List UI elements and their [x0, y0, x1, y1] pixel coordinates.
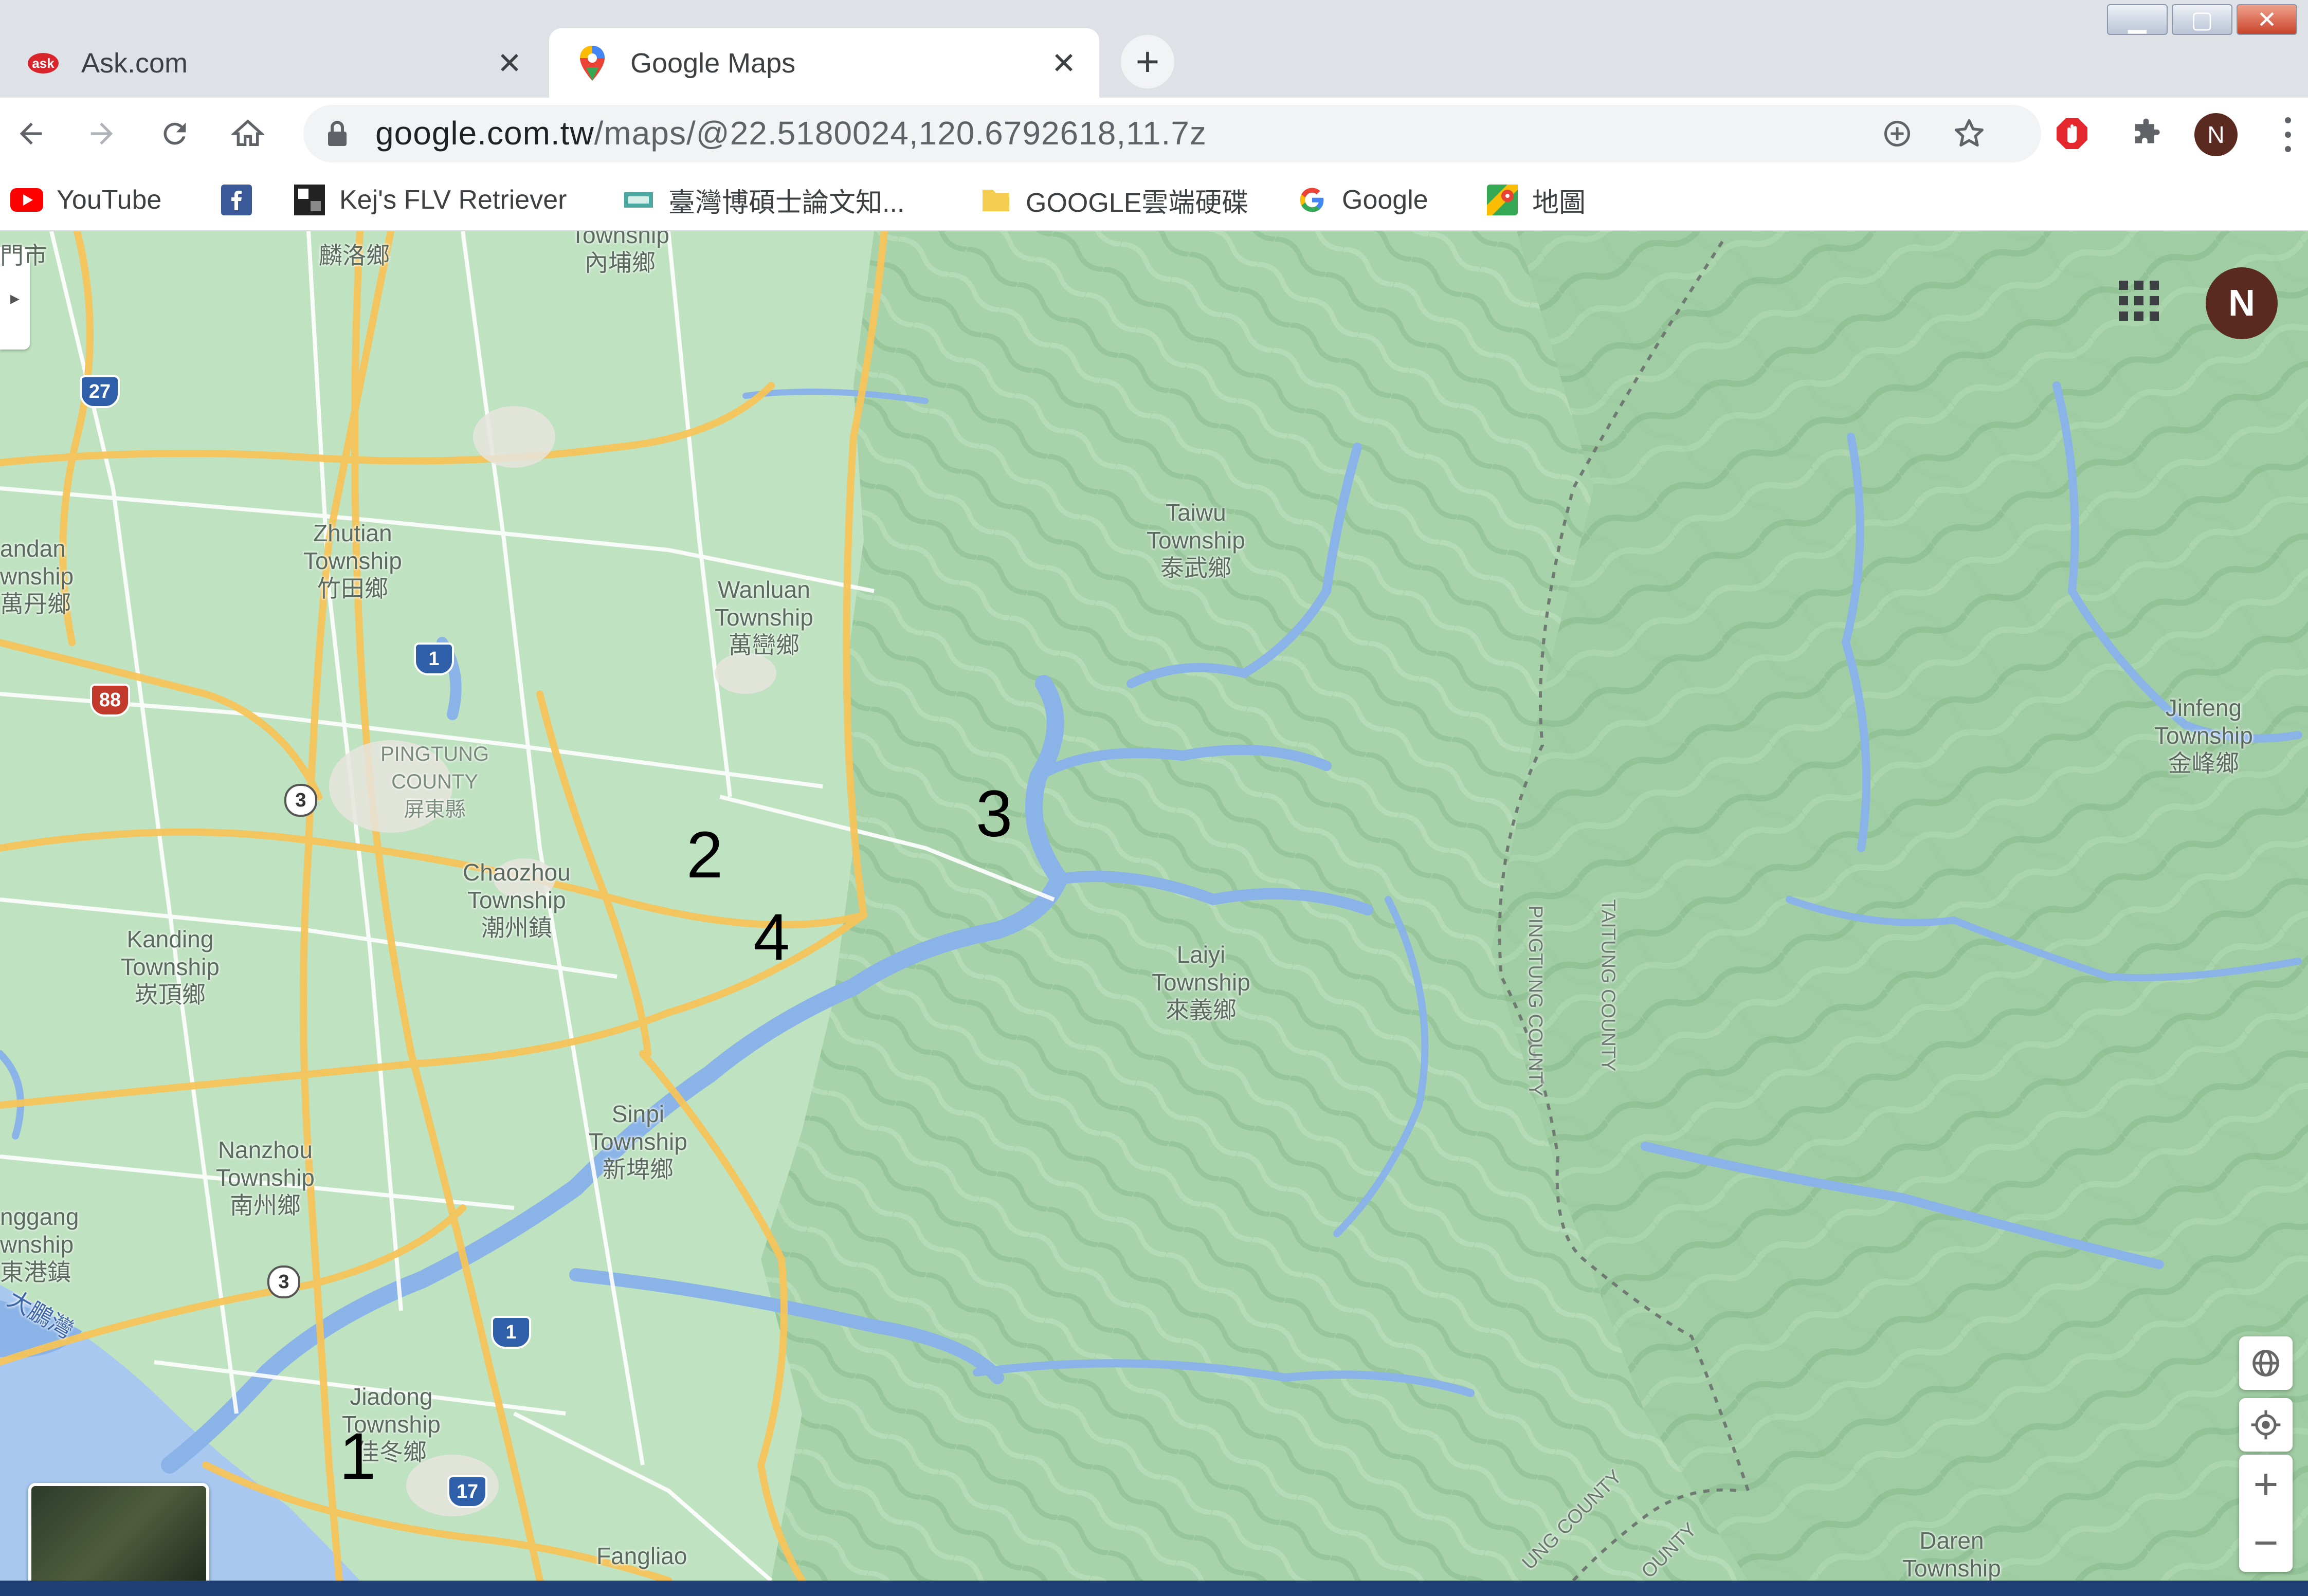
forward-button[interactable]: [76, 108, 128, 159]
lock-icon[interactable]: [326, 119, 349, 151]
route-3-shield-south[interactable]: 3: [267, 1265, 300, 1298]
address-bar[interactable]: google.com.tw/maps/@22.5180024,120.67926…: [303, 105, 2041, 162]
tab-close-icon[interactable]: ✕: [1046, 45, 1082, 81]
tab-google-maps[interactable]: Google Maps ✕: [549, 28, 1099, 98]
bookmark-maps[interactable]: 地圖: [1486, 181, 1586, 219]
bookmark-kej[interactable]: Kej's FLV Retriever: [293, 181, 567, 219]
google-apps-icon[interactable]: [2116, 278, 2162, 324]
highway-88-shield[interactable]: 88: [90, 684, 130, 717]
highway-1-shield-south[interactable]: 1: [491, 1316, 531, 1349]
label-laiyi[interactable]: Laiyi Township 來義鄉: [1152, 941, 1250, 1024]
route-3-shield[interactable]: 3: [284, 784, 317, 817]
bookmark-label: Google: [1342, 185, 1428, 215]
bookmark-facebook[interactable]: [220, 181, 266, 219]
bookmarks-bar: YouTube Kej's FLV Retriever 臺灣博碩士論文知... …: [0, 170, 2308, 231]
tab-strip: ask Ask.com ✕ Google Maps ✕ + ▁ ▢ ✕: [0, 0, 2308, 98]
map-base-layer: [0, 231, 2308, 1581]
ncl-icon: [622, 184, 655, 216]
back-button[interactable]: [5, 108, 57, 159]
satellite-layer-toggle[interactable]: [28, 1483, 209, 1581]
zoom-in-button[interactable]: +: [2239, 1455, 2293, 1513]
label-linluo[interactable]: 麟洛鄉: [319, 242, 390, 269]
map-canvas[interactable]: ▸ Township 內埔鄉 麟洛鄉 門市 Taiwu Township 泰武鄉 Zh…: [0, 231, 2308, 1581]
reload-button[interactable]: [149, 108, 201, 159]
marker-4: 4: [753, 901, 790, 974]
tab-close-icon[interactable]: ✕: [492, 45, 528, 81]
label-pingtung-county[interactable]: PINGTUNG COUNTY 屏東縣: [380, 740, 489, 823]
facebook-icon: [220, 184, 253, 216]
my-location-icon[interactable]: [2239, 1398, 2293, 1452]
label-wandan[interactable]: andan wnship 萬丹鄉: [0, 535, 74, 618]
profile-avatar[interactable]: N: [2194, 113, 2238, 156]
install-app-icon[interactable]: [1877, 113, 1918, 154]
label-neipu[interactable]: Township 內埔鄉: [571, 231, 669, 277]
os-taskbar: [0, 1581, 2308, 1596]
browser-toolbar: google.com.tw/maps/@22.5180024,120.67926…: [0, 98, 2308, 170]
adblock-extension-icon[interactable]: [2046, 108, 2098, 159]
youtube-icon: [10, 184, 43, 216]
bookmark-google-drive[interactable]: GOOGLE雲端硬碟: [979, 181, 1248, 219]
label-city-top[interactable]: 門市: [0, 242, 47, 269]
svg-text:ask: ask: [32, 56, 54, 71]
kej-icon: [293, 184, 326, 216]
globe-view-icon[interactable]: [2239, 1336, 2293, 1390]
label-pingtung-border: PINGTUNG COUNTY: [1524, 905, 1546, 1096]
label-zhutian[interactable]: Zhutian Township 竹田鄉: [303, 519, 402, 602]
label-nanzhou[interactable]: Nanzhou Township 南州鄉: [216, 1136, 315, 1219]
marker-3: 3: [976, 777, 1013, 851]
highway-27-shield[interactable]: 27: [80, 375, 120, 408]
label-taiwu[interactable]: Taiwu Township 泰武鄉: [1147, 499, 1245, 582]
bookmark-label: YouTube: [57, 185, 162, 215]
folder-icon: [979, 184, 1012, 216]
bookmark-label: GOOGLE雲端硬碟: [1026, 188, 1249, 218]
new-tab-button[interactable]: +: [1121, 35, 1174, 88]
highway-1-shield[interactable]: 1: [414, 643, 454, 675]
label-fangliao[interactable]: Fangliao: [596, 1542, 687, 1570]
forward-arrow-icon: [90, 122, 113, 145]
bookmark-label: Kej's FLV Retriever: [339, 185, 567, 215]
url-host: google.com.tw: [375, 115, 594, 152]
account-avatar[interactable]: N: [2206, 267, 2278, 339]
label-chaozhou[interactable]: Chaozhou Township 潮州鎮: [463, 858, 571, 942]
google-maps-pin-icon: [574, 45, 611, 82]
label-xinpi[interactable]: Sinpi Township 新埤鄉: [589, 1100, 687, 1183]
maps-icon: [1486, 184, 1519, 216]
window-close-icon[interactable]: ✕: [2237, 4, 2297, 35]
browser-menu-icon[interactable]: [2278, 113, 2298, 156]
marker-1: 1: [339, 1420, 376, 1493]
home-button[interactable]: [222, 108, 274, 159]
google-g-icon: [1296, 184, 1329, 216]
bookmark-ncl[interactable]: 臺灣博碩士論文知...: [622, 181, 904, 219]
tab-title: Google Maps: [630, 47, 796, 79]
maximize-icon[interactable]: ▢: [2172, 4, 2232, 35]
minimize-icon[interactable]: ▁: [2107, 4, 2168, 35]
label-wanluan[interactable]: Wanluan Township 萬巒鄉: [715, 576, 813, 659]
bookmark-label: 臺灣博碩士論文知...: [668, 188, 905, 218]
label-donggang[interactable]: nggang wnship 東港鎮: [0, 1203, 79, 1286]
url-path: /maps/@22.5180024,120.6792618,11.7z: [594, 115, 1207, 152]
tab-title: Ask.com: [81, 47, 188, 79]
label-kanding[interactable]: Kanding Township 崁頂鄉: [121, 925, 220, 1008]
reload-icon: [163, 122, 186, 145]
bookmark-star-icon[interactable]: [1949, 113, 1990, 154]
zoom-out-button[interactable]: −: [2239, 1513, 2293, 1572]
zoom-controls: + −: [2239, 1455, 2293, 1572]
label-taitung-border: TAITUNG COUNTY: [1597, 899, 1619, 1072]
highway-17-shield[interactable]: 17: [447, 1475, 487, 1508]
ask-logo-icon: ask: [25, 45, 62, 82]
home-icon: [231, 119, 264, 146]
url-text[interactable]: google.com.tw/maps/@22.5180024,120.67926…: [375, 114, 1207, 152]
extensions-puzzle-icon[interactable]: [2120, 108, 2172, 159]
bookmark-label: 地圖: [1532, 188, 1586, 218]
marker-2: 2: [686, 818, 723, 892]
tab-ask[interactable]: ask Ask.com ✕: [0, 28, 545, 98]
bookmark-google[interactable]: Google: [1296, 181, 1428, 219]
back-arrow-icon: [20, 122, 42, 145]
bookmark-youtube[interactable]: YouTube: [10, 181, 161, 219]
label-jinfeng[interactable]: Jinfeng Township 金峰鄉: [2154, 694, 2253, 777]
label-daren[interactable]: Daren Township: [1902, 1527, 2001, 1581]
